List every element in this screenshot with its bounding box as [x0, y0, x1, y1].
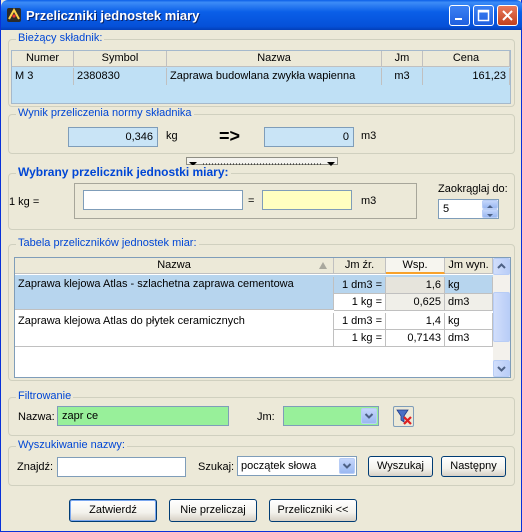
row-3-result-unit[interactable]: kg [445, 313, 493, 330]
close-button[interactable] [497, 5, 518, 26]
row-4-result-unit[interactable]: dm3 [445, 330, 493, 347]
cell-number[interactable]: M 3 [12, 68, 74, 85]
scroll-down-button[interactable] [493, 360, 510, 377]
selected-mid-input[interactable] [83, 190, 243, 210]
confirm-button[interactable]: Zatwierdź [69, 499, 157, 522]
column-header-result-unit[interactable]: Jm wyn. [445, 258, 493, 274]
row-2-coefficient[interactable]: 0,625 [386, 294, 445, 311]
column-header-number[interactable]: Numer [12, 51, 74, 67]
search-mode-value: początek słowa [241, 460, 317, 472]
column-header-source-unit[interactable]: Jm źr. [334, 258, 386, 274]
selected-left-label: 1 kg = [9, 196, 40, 208]
column-header-unit[interactable]: Jm [382, 51, 423, 67]
result-arrow: => [219, 126, 241, 146]
search-button[interactable]: Wyszukaj [368, 456, 433, 477]
close-icon [502, 10, 513, 21]
next-button[interactable]: Następny [441, 456, 506, 477]
row-2-source-unit[interactable]: 1 kg = [334, 294, 386, 311]
result-to-unit: m3 [361, 130, 377, 142]
scroll-up-icon [497, 263, 506, 269]
converters-toggle-button[interactable]: Przeliczniki << [269, 499, 357, 522]
row-2-result-unit[interactable]: dm3 [445, 294, 493, 311]
sort-ascending-icon [319, 262, 327, 269]
round-up-button[interactable] [482, 200, 498, 209]
row-3-name[interactable]: Zaprawa klejowa Atlas do płytek ceramicz… [15, 313, 334, 347]
round-label: Zaokrąglaj do: [438, 183, 508, 195]
panel-splitter[interactable] [186, 157, 338, 166]
filter-label: Filtrowanie [16, 390, 74, 402]
selected-equals: = [248, 195, 255, 207]
row-3-coefficient[interactable]: 1,4 [386, 313, 445, 330]
row-1-coefficient[interactable]: 1,6 [386, 277, 445, 294]
scroll-up-button[interactable] [493, 258, 510, 275]
row-1-result-unit[interactable]: kg [445, 277, 493, 294]
cell-name[interactable]: Zaprawa budowlana zwykła wapienna [167, 68, 382, 85]
column-header-converter-name-text: Nazwa [157, 259, 191, 271]
search-mode-select[interactable]: początek słowa [237, 456, 357, 476]
chevron-down-icon [342, 463, 352, 469]
minimize-button[interactable] [449, 5, 470, 26]
cell-unit[interactable]: m3 [382, 68, 423, 85]
current-component-label: Bieżący składnik: [16, 32, 105, 44]
row-4-source-unit[interactable]: 1 kg = [334, 330, 386, 347]
table-scrollbar[interactable] [493, 258, 510, 377]
result-from-value: 0,346 [68, 127, 158, 147]
column-header-name[interactable]: Nazwa [167, 51, 382, 67]
current-component-table: Numer Symbol Nazwa Jm Cena M 3 2380830 Z… [11, 50, 511, 104]
scroll-down-icon [497, 366, 506, 372]
title-bar[interactable]: Przeliczniki jednostek miary [1, 0, 522, 30]
selected-result-input[interactable] [262, 190, 352, 210]
selected-unit: m3 [361, 195, 377, 207]
search-mode-label: Szukaj: [198, 461, 235, 473]
filter-unit-select[interactable] [283, 406, 379, 426]
spin-down-icon [487, 214, 493, 217]
column-header-price[interactable]: Cena [423, 51, 510, 67]
filter-name-input[interactable]: zapr ce [57, 406, 229, 426]
maximize-icon [477, 9, 490, 22]
chevron-down-icon [364, 413, 374, 419]
column-header-converter-name[interactable]: Nazwa [15, 258, 334, 274]
converters-table: Nazwa Jm źr. Wsp. Jm wyn. Zaprawa klejow… [14, 257, 511, 378]
window-title: Przeliczniki jednostek miary [26, 8, 200, 23]
result-from-unit: kg [166, 130, 178, 142]
app-icon [7, 7, 21, 22]
clear-filter-icon [396, 409, 412, 425]
minimize-icon [455, 18, 462, 20]
search-label: Wyszukiwanie nazwy: [16, 439, 127, 451]
search-find-label: Znajdź: [17, 461, 54, 473]
round-value: 5 [443, 203, 450, 215]
cell-symbol[interactable]: 2380830 [74, 68, 167, 85]
search-mode-dropdown-button[interactable] [339, 458, 355, 474]
selected-converter-label: Wybrany przelicznik jednostki miary: [16, 165, 231, 179]
no-convert-button[interactable]: Nie przeliczaj [169, 499, 257, 522]
row-4-coefficient[interactable]: 0,7143 [386, 330, 445, 347]
row-1-name[interactable]: Zaprawa klejowa Atlas - szlachetna zapra… [15, 277, 334, 310]
result-to-value: 0 [264, 127, 354, 147]
maximize-button[interactable] [473, 5, 494, 26]
converter-window: Przeliczniki jednostek miary Bieżący skł… [0, 0, 522, 532]
converters-table-label: Tabela przeliczników jednostek miar: [16, 237, 199, 249]
filter-unit-label: Jm: [257, 411, 275, 423]
cell-price[interactable]: 161,23 [423, 68, 510, 85]
search-find-input[interactable] [57, 457, 186, 477]
column-header-symbol[interactable]: Symbol [74, 51, 167, 67]
column-header-coefficient[interactable]: Wsp. [386, 258, 445, 274]
round-down-button[interactable] [482, 209, 498, 218]
clear-filter-button[interactable] [393, 406, 414, 427]
conversion-result-label: Wynik przeliczenia normy składnika [16, 107, 194, 119]
row-1-source-unit[interactable]: 1 dm3 = [334, 277, 386, 294]
row-3-source-unit[interactable]: 1 dm3 = [334, 313, 386, 330]
filter-name-label: Nazwa: [18, 411, 55, 423]
filter-unit-dropdown-button[interactable] [361, 408, 377, 424]
scroll-thumb[interactable] [493, 292, 510, 342]
